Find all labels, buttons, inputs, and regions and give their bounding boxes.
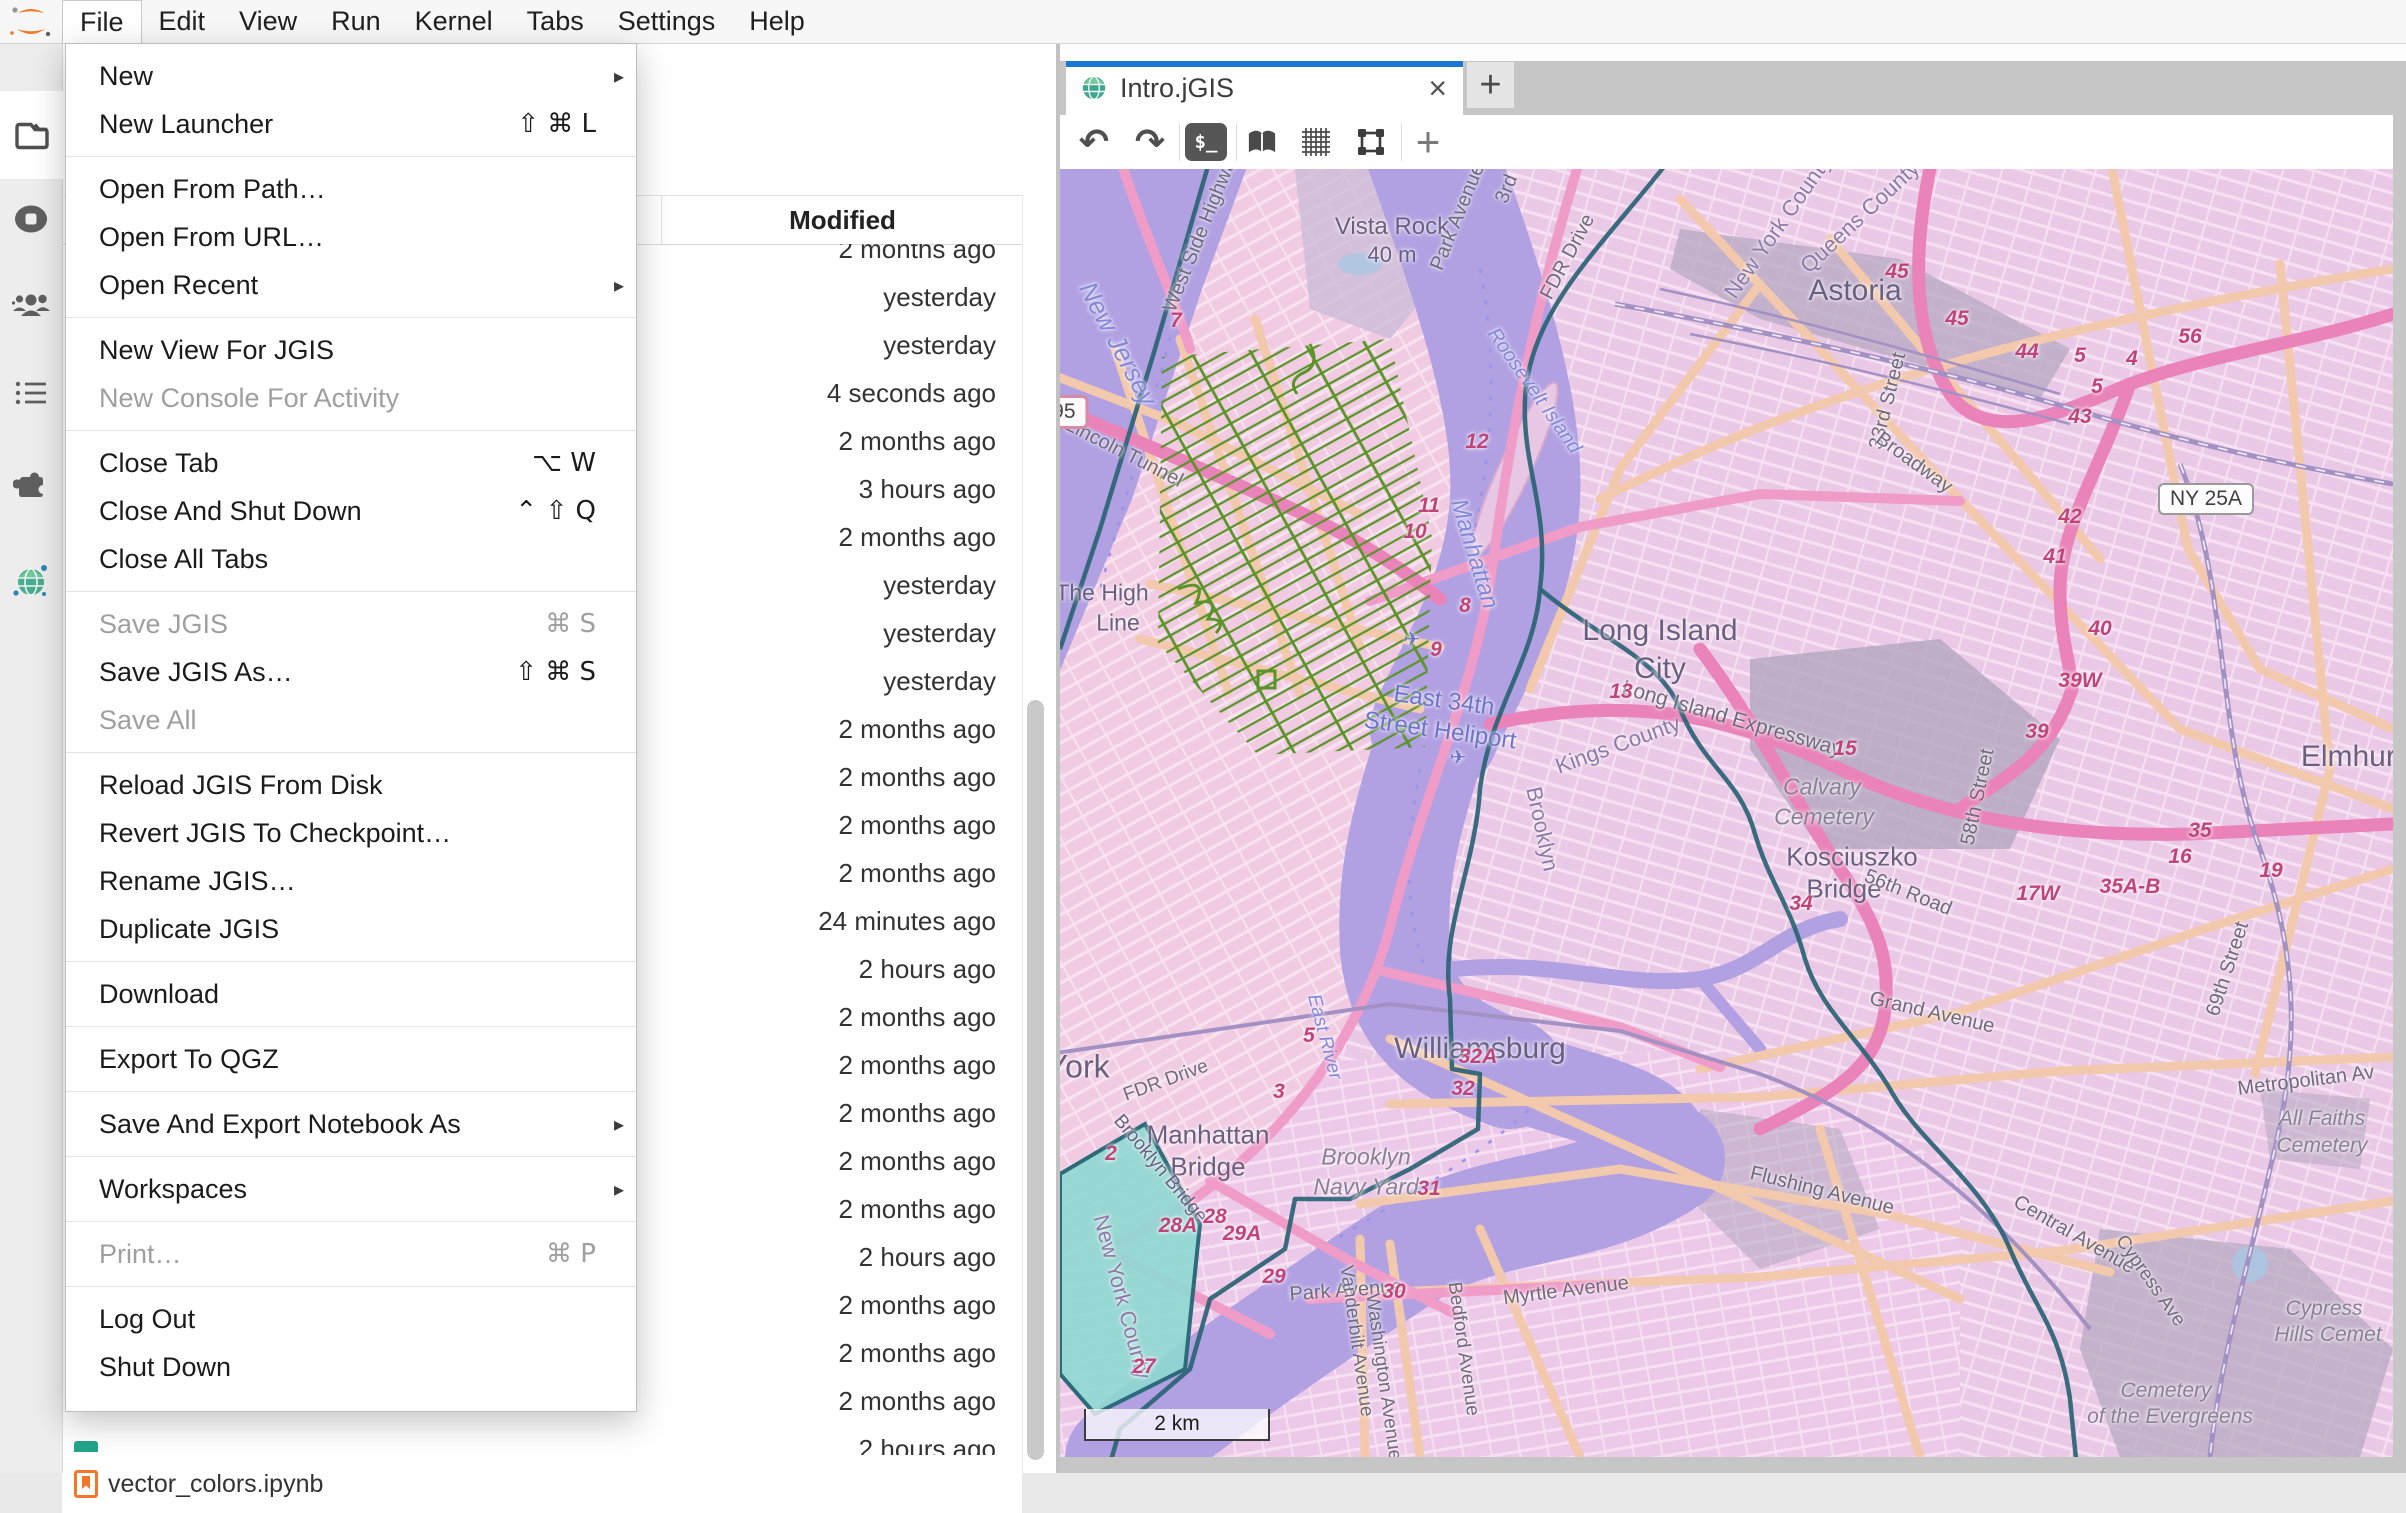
jupyter-logo-icon[interactable] bbox=[0, 0, 62, 43]
submenu-arrow-icon: ▸ bbox=[614, 64, 624, 89]
menu-item[interactable]: Save JGIS As… ⇧ ⌘ S bbox=[66, 648, 636, 696]
plus-icon: + bbox=[1416, 118, 1441, 166]
menubar-item-kernel[interactable]: Kernel bbox=[398, 0, 510, 43]
menu-item[interactable]: New Launcher ⇧ ⌘ L bbox=[66, 100, 636, 148]
shortcut-label: ⌘ P bbox=[546, 1239, 622, 1269]
sidebar-tab-table-of-contents[interactable] bbox=[0, 349, 62, 437]
partial-file-icon bbox=[74, 1441, 98, 1452]
menu-item[interactable]: Reload JGIS From Disk bbox=[66, 761, 636, 809]
book-icon bbox=[1245, 127, 1279, 157]
menu-item[interactable]: Save JGIS ⌘ S bbox=[66, 600, 636, 648]
menu-item[interactable]: Close Tab ⌥ W bbox=[66, 439, 636, 487]
menu-item[interactable]: Close All Tabs bbox=[66, 535, 636, 583]
toolbar-separator bbox=[1401, 123, 1402, 161]
file-name: vector_colors.ipynb bbox=[108, 1470, 323, 1499]
menu-item[interactable]: New View For JGIS bbox=[66, 326, 636, 374]
sidebar-tab-collaboration[interactable] bbox=[0, 261, 62, 349]
polygon-select-icon bbox=[1354, 125, 1388, 159]
redo-icon: ↷ bbox=[1135, 122, 1165, 163]
basemap-button[interactable] bbox=[1240, 115, 1284, 169]
tab-close-icon[interactable]: × bbox=[1428, 72, 1447, 104]
sidebar-tab-file-browser[interactable] bbox=[0, 91, 63, 179]
menubar-item-file[interactable]: File bbox=[62, 0, 142, 43]
jupyterlab-window: FileEditViewRunKernelTabsSettingsHelp bbox=[0, 0, 2406, 1473]
menu-item[interactable]: Save And Export Notebook As ▸ bbox=[66, 1100, 636, 1148]
list-icon bbox=[14, 378, 48, 408]
console-button[interactable]: $_ bbox=[1184, 115, 1228, 169]
map-view[interactable]: New JerseyWest Side HighwayVista Rock40 … bbox=[1060, 169, 2393, 1457]
menu-item[interactable]: Download bbox=[66, 970, 636, 1018]
new-tab-button[interactable]: + bbox=[1467, 62, 1514, 108]
globe-icon bbox=[11, 561, 51, 601]
menu-item[interactable]: Workspaces ▸ bbox=[66, 1165, 636, 1213]
menubar-item-edit[interactable]: Edit bbox=[142, 0, 223, 43]
menu-item[interactable]: Export To QGZ bbox=[66, 1035, 636, 1083]
notebook-icon bbox=[74, 1470, 98, 1498]
sidebar-tab-extension-manager[interactable] bbox=[0, 439, 62, 527]
add-layer-button[interactable]: + bbox=[1406, 115, 1450, 169]
menubar-item-tabs[interactable]: Tabs bbox=[510, 0, 601, 43]
grid-icon bbox=[1300, 126, 1332, 158]
undo-icon: ↶ bbox=[1079, 122, 1109, 163]
submenu-arrow-icon: ▸ bbox=[614, 273, 624, 298]
tab-intro-jgis[interactable]: Intro.jGIS × bbox=[1066, 61, 1463, 115]
shortcut-label: ⇧ ⌘ S bbox=[515, 657, 622, 687]
map-toolbar: ↶ ↷ $_ bbox=[1060, 115, 2393, 170]
submenu-arrow-icon: ▸ bbox=[614, 1112, 624, 1137]
menu-item[interactable]: Print… ⌘ P bbox=[66, 1230, 636, 1278]
shortcut-label: ⌥ W bbox=[532, 448, 622, 478]
sidebar bbox=[0, 43, 63, 1473]
tab-title: Intro.jGIS bbox=[1120, 73, 1234, 104]
menu-item[interactable]: Log Out bbox=[66, 1295, 636, 1343]
menu-item[interactable]: Revert JGIS To Checkpoint… bbox=[66, 809, 636, 857]
grid-layer-button[interactable] bbox=[1294, 115, 1338, 169]
shortcut-label: ⌘ S bbox=[545, 609, 622, 639]
file-list-scrollbar-thumb[interactable] bbox=[1027, 700, 1044, 1460]
map-dock-panel: Intro.jGIS × + ↶ ↷ $_ bbox=[1060, 43, 2406, 1473]
menubar-items: FileEditViewRunKernelTabsSettingsHelp bbox=[62, 0, 822, 43]
submenu-arrow-icon: ▸ bbox=[614, 1177, 624, 1202]
menu-item[interactable]: New Console For Activity bbox=[66, 374, 636, 422]
map-scale-bar: 2 km bbox=[1084, 1409, 1270, 1441]
panel-divider[interactable] bbox=[1056, 43, 1060, 1473]
tab-bar: Intro.jGIS × + bbox=[1060, 61, 2406, 115]
menubar: FileEditViewRunKernelTabsSettingsHelp bbox=[0, 0, 2406, 44]
map-canvas bbox=[1060, 169, 2393, 1457]
file-menu-dropdown: New ▸ New Launcher ⇧ ⌘ L Open From Path…… bbox=[65, 43, 637, 1412]
undo-button[interactable]: ↶ bbox=[1072, 115, 1116, 169]
folder-icon bbox=[12, 118, 50, 152]
menubar-item-help[interactable]: Help bbox=[732, 0, 822, 43]
scale-label: 2 km bbox=[1154, 1412, 1200, 1436]
toolbar-separator bbox=[1179, 123, 1180, 161]
menubar-item-run[interactable]: Run bbox=[314, 0, 398, 43]
shortcut-label: ⌃ ⇧ Q bbox=[515, 496, 622, 526]
redo-button[interactable]: ↷ bbox=[1128, 115, 1172, 169]
stop-circle-icon bbox=[13, 201, 49, 237]
toolbar-separator bbox=[1236, 123, 1237, 161]
menubar-item-view[interactable]: View bbox=[222, 0, 314, 43]
menu-item[interactable]: New ▸ bbox=[66, 52, 636, 100]
active-tab-accent bbox=[1066, 61, 1463, 67]
menu-item[interactable]: Close And Shut Down ⌃ ⇧ Q bbox=[66, 487, 636, 535]
menu-item[interactable]: Save All bbox=[66, 696, 636, 744]
menu-item[interactable]: Open From URL… bbox=[66, 213, 636, 261]
puzzle-icon bbox=[13, 465, 49, 501]
menu-item[interactable]: Shut Down bbox=[66, 1343, 636, 1391]
menubar-item-settings[interactable]: Settings bbox=[601, 0, 733, 43]
menu-item[interactable]: Rename JGIS… bbox=[66, 857, 636, 905]
users-icon bbox=[11, 289, 51, 321]
shortcut-label: ⇧ ⌘ L bbox=[517, 109, 622, 139]
select-polygon-button[interactable] bbox=[1349, 115, 1393, 169]
dock-top-strip bbox=[1060, 43, 2406, 61]
terminal-icon: $_ bbox=[1185, 123, 1227, 161]
jgis-globe-icon bbox=[1080, 74, 1108, 102]
menu-item[interactable]: Open Recent ▸ bbox=[66, 261, 636, 309]
sidebar-tab-running-sessions[interactable] bbox=[0, 175, 62, 263]
menu-item[interactable]: Duplicate JGIS bbox=[66, 905, 636, 953]
sidebar-tab-jgis-layers[interactable] bbox=[0, 537, 62, 625]
menu-item[interactable]: Open From Path… bbox=[66, 165, 636, 213]
file-row-vector-colors[interactable]: vector_colors.ipynb bbox=[62, 1455, 1022, 1513]
modified-column-header[interactable]: Modified bbox=[661, 196, 1023, 244]
